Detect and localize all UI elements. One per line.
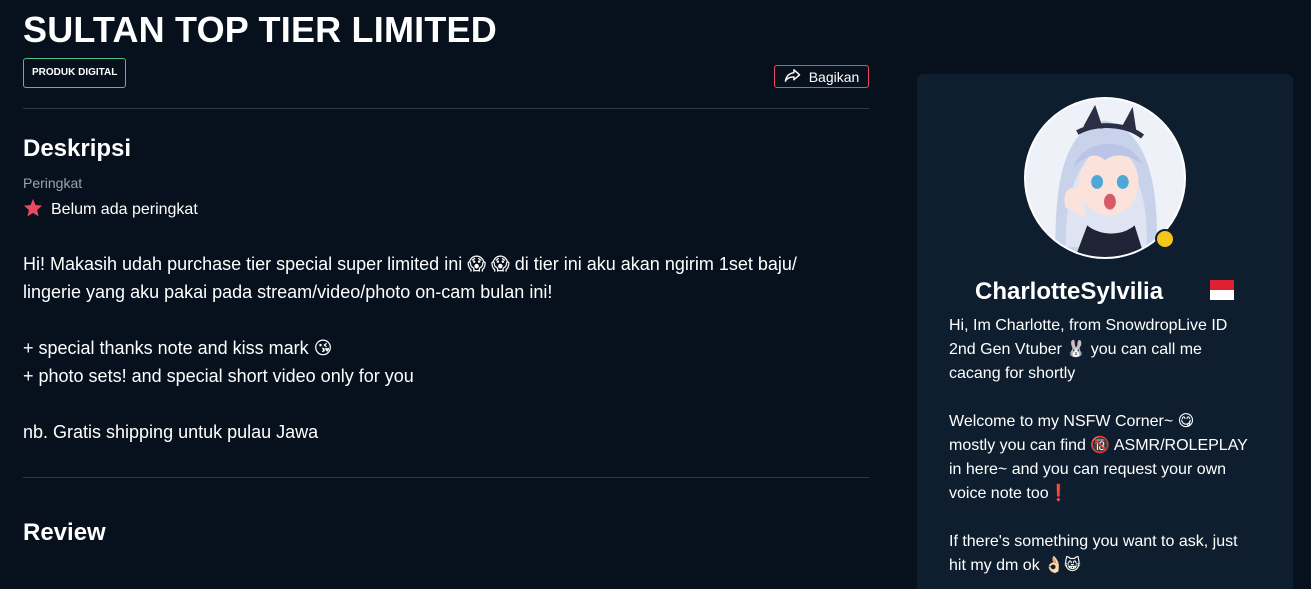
bio-line <box>949 506 1279 530</box>
bio-line: mostly you can find 🔞 ASMR/ROLEPLAY <box>949 437 1248 454</box>
creator-card: CharlotteSylvilia Hi, Im Charlotte, from… <box>917 74 1293 589</box>
share-label: Bagikan <box>808 68 860 85</box>
rating: Belum ada peringkat <box>23 198 198 222</box>
star-icon <box>23 198 43 222</box>
description-line: + special thanks note and kiss mark 😘 <box>23 338 333 358</box>
indonesia-flag-icon <box>1210 280 1234 300</box>
bio-line: in here~ and you can request your own <box>949 461 1227 478</box>
share-icon <box>784 68 801 86</box>
online-status-indicator <box>1155 229 1175 249</box>
description-heading: Deskripsi <box>23 135 132 162</box>
bio-line: 2nd Gen Vtuber 🐰 you can call me <box>949 341 1202 358</box>
rating-text: Belum ada peringkat <box>51 201 198 218</box>
bio-line <box>949 386 1279 410</box>
product-type-badge: PRODUK DIGITAL <box>23 58 127 88</box>
bio-line: Hi, Im Charlotte, from SnowdropLive ID <box>949 317 1228 334</box>
bio-line: cacang for shortly <box>949 365 1076 382</box>
product-title: SULTAN TOP TIER LIMITED <box>23 9 497 50</box>
creator-name[interactable]: CharlotteSylvilia <box>975 278 1163 306</box>
bio-line: voice note too❗ <box>949 485 1069 502</box>
description-line: + photo sets! and special short video on… <box>23 366 414 386</box>
rating-label: Peringkat <box>23 175 83 191</box>
creator-bio: Hi, Im Charlotte, from SnowdropLive ID 2… <box>949 314 1279 578</box>
description-line <box>23 306 869 334</box>
bio-line: Welcome to my NSFW Corner~ 😋 <box>949 413 1195 430</box>
description-line <box>23 390 869 418</box>
review-heading: Review <box>23 519 106 546</box>
description-body: Hi! Makasih udah purchase tier special s… <box>23 250 869 446</box>
description-line: nb. Gratis shipping untuk pulau Jawa <box>23 422 319 442</box>
divider <box>23 108 869 109</box>
description-line: lingerie yang aku pakai pada stream/vide… <box>23 282 553 302</box>
creator-avatar-wrapper[interactable] <box>1024 97 1186 259</box>
bio-line: If there's something you want to ask, ju… <box>949 533 1238 550</box>
product-page: SULTAN TOP TIER LIMITED PRODUK DIGITAL B… <box>0 0 1311 589</box>
bio-line: hit my dm ok 👌🏻😸 <box>949 557 1081 574</box>
description-line: Hi! Makasih udah purchase tier special s… <box>23 254 797 274</box>
divider <box>23 477 869 478</box>
share-button[interactable]: Bagikan <box>774 65 869 88</box>
